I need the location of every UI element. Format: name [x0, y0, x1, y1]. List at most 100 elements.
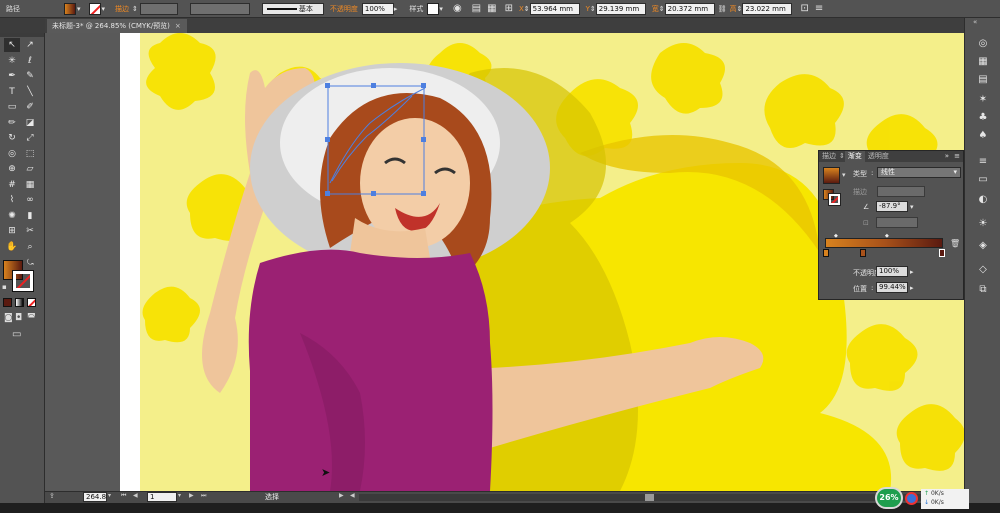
- page-dropdown-arrow-icon[interactable]: ▾: [178, 492, 181, 499]
- opacity-field[interactable]: 100%: [361, 2, 394, 15]
- pencil-tool[interactable]: ✏: [4, 116, 20, 130]
- appearance-2-panel-icon[interactable]: ◈: [974, 238, 992, 253]
- type-tool[interactable]: T: [4, 85, 20, 99]
- stroke-mini-box[interactable]: [828, 193, 841, 206]
- transform-options-icon[interactable]: ⊡: [800, 3, 808, 14]
- stroke-gradient-options[interactable]: [877, 186, 925, 197]
- gradient-midpoint-handle[interactable]: ◆: [834, 233, 838, 239]
- color-mode-button[interactable]: [3, 298, 12, 307]
- eyedropper-tool[interactable]: ⌇: [4, 193, 20, 207]
- close-tab-icon[interactable]: ×: [175, 22, 181, 30]
- column-graph-tool[interactable]: ▮: [22, 209, 38, 223]
- none-mode-button[interactable]: [27, 298, 36, 307]
- link-proportions-icon[interactable]: ⛓: [718, 5, 727, 13]
- hand-tool[interactable]: ✋: [4, 240, 20, 254]
- artboard-navigation-icon[interactable]: ⇪: [49, 492, 55, 500]
- gradient-midpoint-handle-2[interactable]: ◆: [885, 233, 889, 239]
- scroll-left-icon[interactable]: ◀: [350, 492, 355, 499]
- zoom-dropdown-arrow-icon[interactable]: ▾: [108, 492, 111, 499]
- angle-dropdown-arrow-icon[interactable]: ▾: [910, 203, 914, 211]
- gradient-mode-button[interactable]: [15, 298, 24, 307]
- x-field[interactable]: 53.964 mm: [529, 2, 580, 15]
- tab-gradient[interactable]: 渐变: [844, 151, 865, 162]
- stroke-label[interactable]: 描边: [115, 4, 129, 14]
- color-guide-panel-icon[interactable]: ▤: [974, 72, 992, 87]
- rectangle-tool[interactable]: ▭: [4, 100, 20, 114]
- mesh-tool[interactable]: #: [4, 178, 20, 192]
- variable-width-dropdown[interactable]: [189, 2, 250, 15]
- panel-menu-icon[interactable]: ≡: [954, 151, 960, 162]
- free-transform-tool[interactable]: ⬚: [22, 147, 38, 161]
- gradient-stop-start[interactable]: [823, 249, 829, 257]
- gradient-preview-arrow-icon[interactable]: ▾: [842, 171, 846, 179]
- arrange-icon[interactable]: ▦: [487, 3, 496, 14]
- shape-builder-tool[interactable]: ⊕: [4, 162, 20, 176]
- first-artboard-icon[interactable]: ⏮: [121, 492, 126, 500]
- line-tool[interactable]: ╲: [22, 85, 38, 99]
- stroke-color-box[interactable]: [12, 270, 34, 292]
- paintbrush-tool[interactable]: ✐: [22, 100, 38, 114]
- zoom-field[interactable]: 264.85: [83, 492, 107, 502]
- transparency-panel-icon[interactable]: ◐: [974, 192, 992, 207]
- style-arrow-icon[interactable]: ▾: [439, 5, 443, 13]
- symbol-sprayer-tool[interactable]: ✺: [4, 209, 20, 223]
- scale-tool[interactable]: ⤢: [22, 131, 38, 145]
- stroke-panel-icon[interactable]: ≡: [974, 154, 992, 169]
- gradient-slider-bar[interactable]: [825, 238, 943, 248]
- gradient-panel-icon[interactable]: ▭: [974, 172, 992, 187]
- opacity-label[interactable]: 不透明度: [330, 4, 358, 14]
- fill-swatch[interactable]: [64, 2, 76, 15]
- dock-collapse-icon[interactable]: «: [973, 18, 977, 26]
- appearance-panel-icon[interactable]: ◎: [974, 36, 992, 51]
- width-field[interactable]: 20.372 mm: [664, 2, 715, 15]
- selection-tool[interactable]: ↖: [4, 38, 20, 52]
- align-icon[interactable]: ▤: [472, 3, 481, 14]
- stroke-weight-stepper-icon[interactable]: ⇕: [132, 5, 138, 13]
- artboards-panel-icon[interactable]: ⧉: [974, 282, 992, 297]
- screen-mode-icon[interactable]: ▭: [12, 329, 21, 340]
- lasso-tool[interactable]: ℓ: [22, 54, 38, 68]
- location-dropdown-arrow-icon[interactable]: ▸: [910, 284, 914, 292]
- opacity-field[interactable]: 100%: [876, 266, 908, 277]
- opacity-arrow-icon[interactable]: ▸: [394, 5, 398, 13]
- gradient-tool[interactable]: ▦: [22, 178, 38, 192]
- type-dropdown[interactable]: 线性 ▾: [877, 167, 961, 178]
- tab-stroke[interactable]: 描边: [819, 151, 839, 162]
- brushes-panel-icon[interactable]: ✶: [974, 92, 992, 107]
- draw-normal-icon[interactable]: ◙: [4, 313, 13, 323]
- location-field[interactable]: 99.44%: [876, 282, 908, 293]
- tab-transparency[interactable]: 透明度: [865, 151, 892, 162]
- panel-menu-icon[interactable]: ≡: [815, 3, 823, 14]
- style-swatch[interactable]: [427, 2, 440, 15]
- stroke-weight-dropdown[interactable]: [139, 2, 178, 15]
- swap-fill-stroke-icon[interactable]: ⤿: [27, 258, 34, 268]
- next-artboard-icon[interactable]: ▶: [189, 492, 194, 499]
- y-field[interactable]: 29.139 mm: [595, 2, 646, 15]
- stroke-swatch[interactable]: [88, 2, 101, 15]
- direct-selection-tool[interactable]: ↗: [22, 38, 38, 52]
- panel-collapse-icon[interactable]: »: [945, 151, 949, 162]
- rotate-tool[interactable]: ↻: [4, 131, 20, 145]
- horizontal-scroll-thumb[interactable]: [645, 494, 654, 501]
- color-panel-icon[interactable]: ▦: [974, 54, 992, 69]
- gradient-stop-middle[interactable]: [860, 249, 866, 257]
- page-field[interactable]: 1: [147, 492, 177, 502]
- tools-panel-grip[interactable]: [0, 33, 44, 37]
- gradient-preview-swatch[interactable]: [823, 167, 840, 184]
- delete-stop-trash-icon[interactable]: 🗑: [950, 239, 960, 248]
- artboard-tool[interactable]: ⊞: [4, 224, 20, 238]
- symbols-panel-icon[interactable]: ♠: [974, 128, 992, 143]
- slice-tool[interactable]: ✂: [22, 224, 38, 238]
- pen-tool[interactable]: ✒: [4, 69, 20, 83]
- layers-panel-icon[interactable]: ◇: [974, 262, 992, 277]
- curvature-tool[interactable]: ✎: [22, 69, 38, 83]
- eraser-tool[interactable]: ◪: [22, 116, 38, 130]
- document-tab[interactable]: 未标题-3* @ 264.85% (CMYK/预览) ×: [47, 19, 187, 33]
- gradient-stop-end[interactable]: [939, 249, 945, 257]
- warp-tool[interactable]: ◎: [4, 147, 20, 161]
- zoom-tool[interactable]: ⌕: [22, 240, 38, 254]
- draw-inside-icon[interactable]: ◚: [27, 313, 36, 323]
- height-field[interactable]: 23.022 mm: [742, 2, 793, 15]
- previous-artboard-icon[interactable]: ◀: [133, 492, 138, 499]
- angle-field[interactable]: -87.9°: [876, 201, 908, 212]
